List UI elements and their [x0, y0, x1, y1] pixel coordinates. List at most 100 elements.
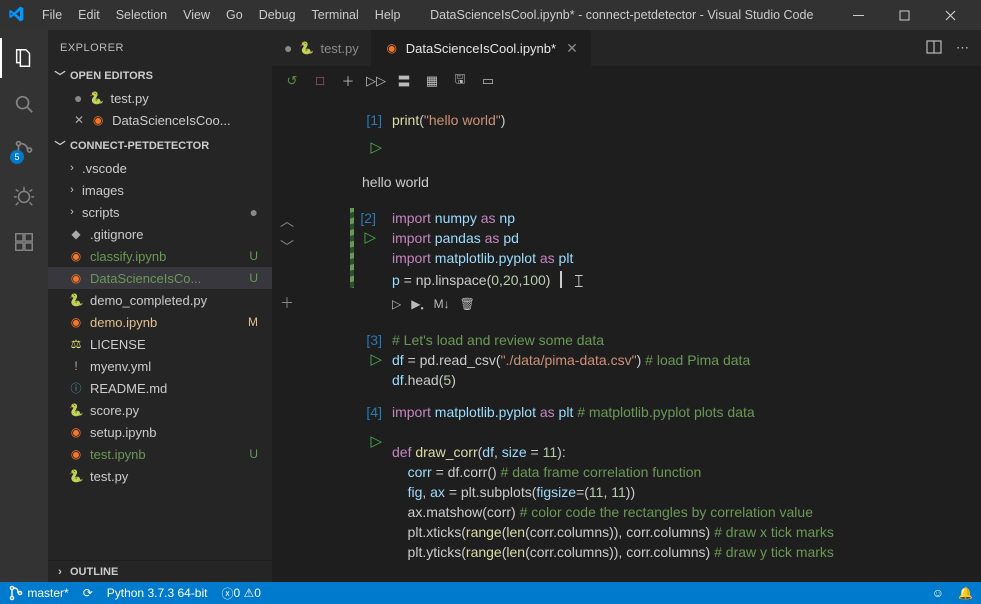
- file-item[interactable]: 🐍test.py: [48, 465, 272, 487]
- folder-label: .vscode: [82, 161, 127, 176]
- python-file-icon: 🐍: [68, 292, 84, 308]
- editor-area: ● 🐍 test.py ◉ DataScienceIsCool.ipynb* ✕…: [272, 30, 981, 582]
- file-label: demo_completed.py: [90, 293, 258, 308]
- status-problems[interactable]: ⓧ 0 ⚠ 0: [221, 585, 260, 602]
- split-editor-icon[interactable]: [926, 39, 942, 58]
- status-notification-icon[interactable]: 🔔: [958, 586, 973, 600]
- file-item[interactable]: !myenv.yml: [48, 355, 272, 377]
- add-cell-below-icon[interactable]: ＋: [280, 293, 294, 313]
- jupyter-file-icon: ◉: [68, 314, 84, 330]
- open-editors-label: Open Editors: [70, 70, 153, 82]
- status-feedback-icon[interactable]: ☺: [932, 586, 944, 600]
- run-icon[interactable]: ▷: [392, 294, 401, 318]
- file-label: test.py: [90, 469, 258, 484]
- jupyter-file-icon: ◉: [68, 446, 84, 462]
- folder-item[interactable]: ›images: [48, 179, 272, 201]
- minimize-button[interactable]: [835, 0, 881, 30]
- python-file-icon: 🐍: [88, 90, 104, 106]
- close-editor-icon[interactable]: ✕: [74, 113, 84, 127]
- file-label: demo.ipynb: [90, 315, 242, 330]
- file-item[interactable]: ◉classify.ipynbU: [48, 245, 272, 267]
- code-line: # Let's load and review some data: [392, 332, 604, 348]
- run-by-line-icon[interactable]: ▶•: [411, 294, 423, 318]
- menu-selection[interactable]: Selection: [108, 4, 175, 26]
- file-item[interactable]: 🐍 demo_completed.py: [48, 289, 272, 311]
- menu-go[interactable]: Go: [218, 4, 251, 26]
- menu-help[interactable]: Help: [367, 4, 409, 26]
- tab-label: DataScienceIsCool.ipynb*: [406, 41, 556, 56]
- menu-file[interactable]: File: [34, 4, 70, 26]
- file-item[interactable]: 🐍score.py: [48, 399, 272, 421]
- export-icon[interactable]: ▭: [476, 69, 500, 93]
- maximize-button[interactable]: [881, 0, 927, 30]
- folder-item[interactable]: ›scripts●: [48, 201, 272, 223]
- dirty-dot-icon: ●: [284, 40, 292, 56]
- tab-datascience-ipynb[interactable]: ◉ DataScienceIsCool.ipynb* ✕: [372, 30, 591, 66]
- file-status: U: [249, 271, 258, 285]
- open-editor-item[interactable]: ● 🐍 test.py: [48, 87, 272, 109]
- notebook-toolbar: ↺ □ ＋ ▷▷ 〓 ▦ 🖫 ▭: [272, 66, 981, 96]
- file-status: M: [248, 315, 258, 329]
- run-above-icon[interactable]: 〓: [392, 69, 416, 93]
- menu-debug[interactable]: Debug: [251, 4, 304, 26]
- close-tab-icon[interactable]: ✕: [566, 40, 578, 57]
- notebook-body[interactable]: [1] ▷ print("hello world") hello world ︿…: [272, 96, 981, 582]
- delete-cell-icon[interactable]: 🗑: [460, 294, 475, 318]
- code-cell[interactable]: ︿ ﹀ ＋ [2] ▷ import numpy as np import pa…: [272, 204, 981, 326]
- activity-explorer[interactable]: [0, 38, 48, 78]
- menu-edit[interactable]: Edit: [70, 4, 108, 26]
- menu-view[interactable]: View: [175, 4, 218, 26]
- code-line: # data frame correlation function: [501, 464, 702, 480]
- code-cell[interactable]: [1] ▷ print("hello world"): [272, 106, 981, 166]
- folder-item[interactable]: ›.vscode: [48, 157, 272, 179]
- variables-icon[interactable]: ▦: [420, 69, 444, 93]
- run-cell-icon[interactable]: ▷: [360, 228, 376, 248]
- menu-terminal[interactable]: Terminal: [304, 4, 367, 26]
- more-actions-icon[interactable]: ⋯: [956, 40, 971, 56]
- code-cell[interactable]: [4] ▷ import matplotlib.pyplot as plt # …: [272, 398, 981, 562]
- run-cell-icon[interactable]: ▷: [302, 350, 382, 370]
- file-item[interactable]: ⓘREADME.md: [48, 377, 272, 399]
- code-cell[interactable]: [3] ▷ # Let's load and review some data …: [272, 326, 981, 398]
- folder-label: images: [82, 183, 124, 198]
- outline-header[interactable]: ›Outline: [48, 560, 272, 582]
- cell-execution-count: [2]: [360, 208, 376, 228]
- tab-test-py[interactable]: ● 🐍 test.py: [272, 30, 372, 66]
- file-item[interactable]: ◆.gitignore: [48, 223, 272, 245]
- markdown-file-icon: ⓘ: [68, 380, 84, 396]
- collapse-down-icon[interactable]: ﹀: [280, 237, 294, 257]
- activity-extensions[interactable]: [0, 222, 48, 262]
- markdown-toggle-icon[interactable]: M↓: [434, 294, 450, 318]
- scm-badge: 5: [10, 150, 24, 164]
- project-header[interactable]: ﹀CONNECT-PETDETECTOR: [48, 135, 272, 157]
- file-label: myenv.yml: [90, 359, 258, 374]
- status-python[interactable]: Python 3.7.3 64-bit: [107, 586, 208, 600]
- jupyter-file-icon: ◉: [68, 424, 84, 440]
- activity-search[interactable]: [0, 84, 48, 124]
- file-item[interactable]: ◉ demo.ipynb M: [48, 311, 272, 333]
- license-file-icon: ⚖: [68, 336, 84, 352]
- text-cursor: [560, 271, 562, 288]
- file-item[interactable]: ◉test.ipynbU: [48, 443, 272, 465]
- open-editors-header[interactable]: ﹀Open Editors: [48, 65, 272, 87]
- restart-kernel-icon[interactable]: ↺: [280, 69, 304, 93]
- folder-label: scripts: [82, 205, 120, 220]
- status-sync-icon[interactable]: ⟳: [83, 586, 93, 600]
- add-cell-icon[interactable]: ＋: [336, 69, 360, 93]
- collapse-up-icon[interactable]: ︿: [280, 211, 294, 231]
- open-editor-item[interactable]: ✕ ◉ DataScienceIsCoo...: [48, 109, 272, 131]
- file-label: test.ipynb: [90, 447, 243, 462]
- file-item[interactable]: ⚖LICENSE: [48, 333, 272, 355]
- dirty-dot-icon: ●: [74, 90, 82, 106]
- run-cell-icon[interactable]: ▷: [302, 138, 382, 158]
- file-item[interactable]: ◉setup.ipynb: [48, 421, 272, 443]
- activity-source-control[interactable]: 5: [0, 130, 48, 170]
- interrupt-kernel-icon[interactable]: □: [308, 69, 332, 93]
- run-cell-icon[interactable]: ▷: [302, 432, 382, 452]
- run-all-icon[interactable]: ▷▷: [364, 69, 388, 93]
- file-item[interactable]: ◉DataScienceIsCo...U: [48, 267, 272, 289]
- activity-debug[interactable]: [0, 176, 48, 216]
- close-window-button[interactable]: [927, 0, 973, 30]
- save-icon[interactable]: 🖫: [448, 69, 472, 93]
- status-branch[interactable]: master*: [8, 585, 69, 601]
